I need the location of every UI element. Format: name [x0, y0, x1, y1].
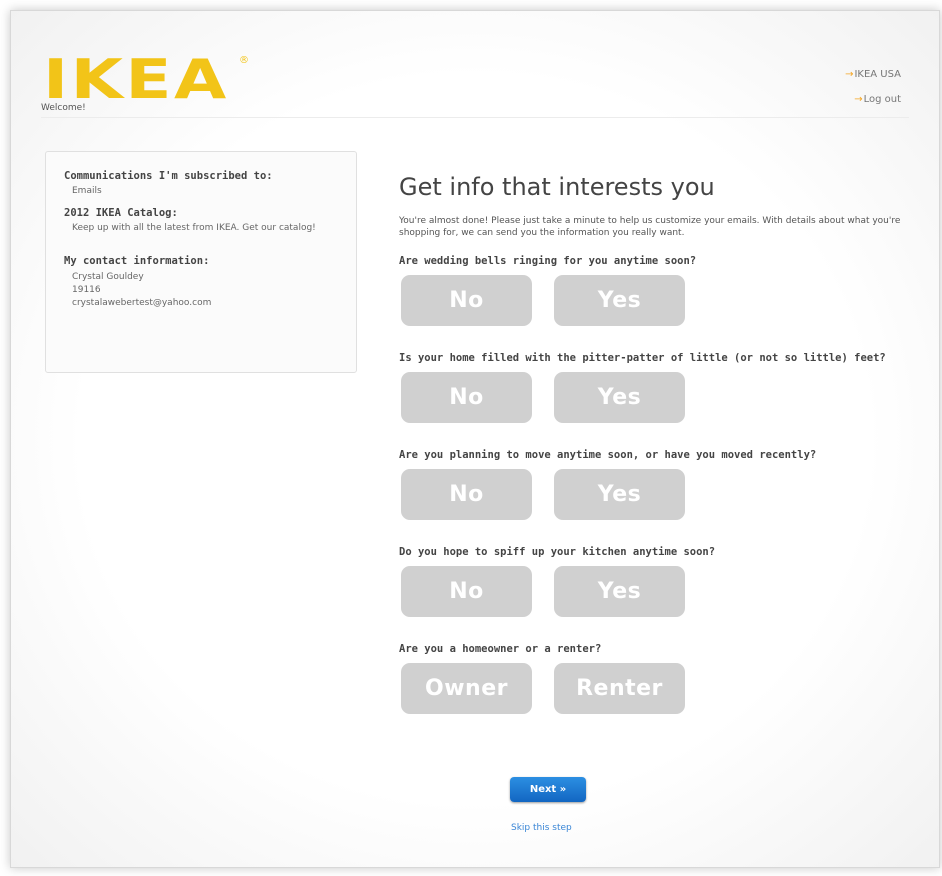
arrow-right-icon: → — [845, 69, 854, 80]
contact-name: Crystal Gouldey — [72, 272, 144, 282]
header-divider — [41, 117, 909, 118]
next-button[interactable]: Next » — [510, 777, 586, 802]
kitchen-yes-button[interactable]: Yes — [554, 566, 685, 617]
registered-mark: ® — [239, 55, 249, 66]
intro-text: You're almost done! Please just take a m… — [399, 216, 901, 238]
preferences-form: Get info that interests you You're almos… — [399, 163, 915, 833]
page-frame: IKEA ® Welcome! →IKEA USA →Log out Commu… — [10, 10, 940, 868]
owner-button[interactable]: Owner — [401, 663, 532, 714]
arrow-right-icon: → — [854, 94, 863, 105]
question-kitchen: Do you hope to spiff up your kitchen any… — [399, 546, 716, 558]
log-out-label[interactable]: Log out — [864, 94, 901, 105]
question-homeowner: Are you a homeowner or a renter? — [399, 643, 602, 655]
ikea-usa-link[interactable]: →IKEA USA — [845, 69, 901, 80]
contact-email: crystalawebertest@yahoo.com — [72, 298, 212, 308]
catalog-text: Keep up with all the latest from IKEA. G… — [72, 223, 316, 233]
ikea-usa-label[interactable]: IKEA USA — [854, 69, 901, 80]
wedding-yes-button[interactable]: Yes — [554, 275, 685, 326]
log-out-link[interactable]: →Log out — [854, 94, 901, 105]
ikea-logo[interactable]: IKEA — [43, 53, 229, 107]
account-summary-panel: Communications I'm subscribed to: Emails… — [45, 151, 357, 373]
kids-yes-button[interactable]: Yes — [554, 372, 685, 423]
welcome-text: Welcome! — [41, 103, 86, 113]
catalog-heading: 2012 IKEA Catalog: — [64, 207, 178, 219]
moving-yes-button[interactable]: Yes — [554, 469, 685, 520]
question-wedding: Are wedding bells ringing for you anytim… — [399, 255, 697, 267]
moving-no-button[interactable]: No — [401, 469, 532, 520]
renter-button[interactable]: Renter — [554, 663, 685, 714]
question-moving: Are you planning to move anytime soon, o… — [399, 449, 817, 461]
question-kids: Is your home filled with the pitter-patt… — [399, 352, 886, 364]
skip-step-link[interactable]: Skip this step — [511, 823, 572, 833]
contact-heading: My contact information: — [64, 255, 210, 267]
wedding-no-button[interactable]: No — [401, 275, 532, 326]
page-title: Get info that interests you — [399, 173, 715, 201]
contact-zip: 19116 — [72, 285, 101, 295]
subscriptions-heading: Communications I'm subscribed to: — [64, 170, 273, 182]
kitchen-no-button[interactable]: No — [401, 566, 532, 617]
kids-no-button[interactable]: No — [401, 372, 532, 423]
subscriptions-value: Emails — [72, 186, 102, 196]
